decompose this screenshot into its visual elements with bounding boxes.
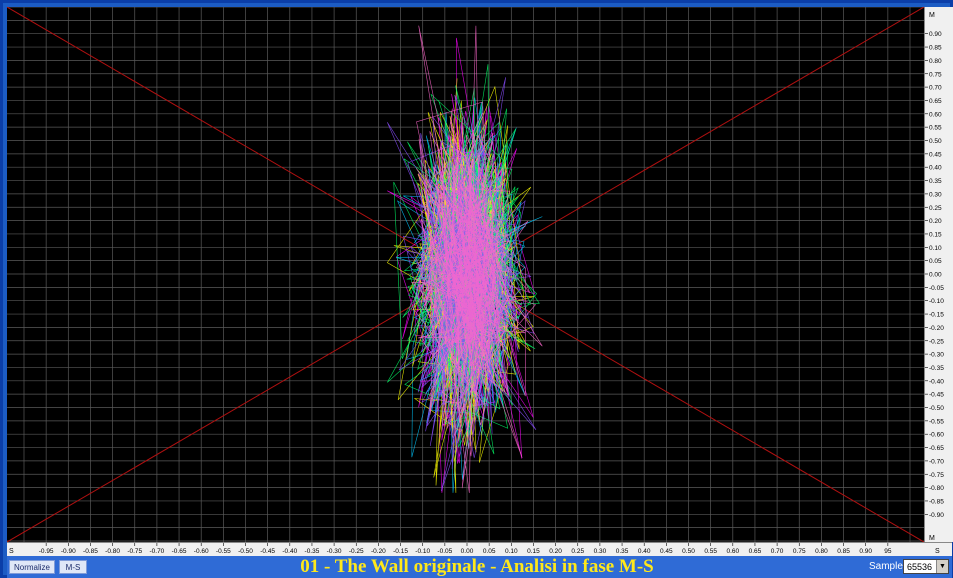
y-tick-label: 0.35 (929, 178, 942, 185)
x-tick-label: 0.25 (571, 548, 584, 555)
x-tick-label: 0.55 (704, 548, 717, 555)
goniometer-window: M M 0.90 0.85 0.80 0.75 0.70 0.65 0.60 0.55 0.50 0.… (0, 0, 953, 578)
x-tick-label: 95 (884, 548, 892, 555)
y-tick-label: 0.75 (929, 71, 942, 78)
x-tick-label: 0.35 (616, 548, 629, 555)
normalize-button[interactable]: Normalize (9, 560, 55, 574)
x-tick-label: -0.15 (393, 548, 408, 555)
y-tick-label: 0.55 (929, 125, 942, 132)
y-tick-label: -0.20 (929, 325, 944, 332)
y-tick-label: 0.65 (929, 98, 942, 105)
x-tick-label: -0.90 (61, 548, 76, 555)
y-tick-label: 0.10 (929, 245, 942, 252)
y-tick-label: 0.40 (929, 165, 942, 172)
x-tick-label: -0.75 (127, 548, 142, 555)
x-tick-label: -0.65 (172, 548, 187, 555)
y-tick-label: 0.25 (929, 205, 942, 212)
y-tick-label: -0.45 (929, 392, 944, 399)
y-tick-label: 0.70 (929, 85, 942, 92)
y-tick-label: -0.65 (929, 445, 944, 452)
x-tick-label: 0.00 (461, 548, 474, 555)
x-tick-label: 0.45 (660, 548, 673, 555)
x-tick-label: 0.50 (682, 548, 695, 555)
samples-value: 65536 (907, 562, 933, 572)
x-tick-label: 0.05 (483, 548, 496, 555)
x-tick-label: 0.75 (793, 548, 806, 555)
status-toolbar: Normalize M-S 01 - The Wall originale - … (7, 556, 952, 578)
y-tick-label: 0.15 (929, 231, 942, 238)
y-tick-label: -0.50 (929, 405, 944, 412)
x-tick-label: -0.45 (260, 548, 275, 555)
x-tick-label: 0.85 (837, 548, 850, 555)
x-tick-label: 0.80 (815, 548, 828, 555)
x-tick-label: 0.90 (859, 548, 872, 555)
y-tick-label: -0.40 (929, 378, 944, 385)
y-tick-label: 0.60 (929, 111, 942, 118)
x-tick-label: 0.20 (549, 548, 562, 555)
y-axis-ruler: M M 0.90 0.85 0.80 0.75 0.70 0.65 0.60 0.55 0.50 0.… (924, 7, 953, 542)
x-axis-ruler: S S -0.95 -0.90 -0.85 -0.80 -0.75 -0.70 -0.65 -0.… (7, 542, 952, 557)
y-tick-label: 0.00 (929, 272, 942, 279)
x-tick-label: -0.10 (415, 548, 430, 555)
x-axis-left-label: S (9, 548, 14, 555)
x-tick-label: -0.85 (83, 548, 98, 555)
chevron-down-icon[interactable]: ▼ (936, 560, 948, 573)
y-tick-label: 0.20 (929, 218, 942, 225)
y-tick-label: -0.85 (929, 498, 944, 505)
y-tick-label: -0.90 (929, 512, 944, 519)
x-tick-label: -0.50 (238, 548, 253, 555)
plot-canvas (7, 7, 924, 542)
y-axis-top-label: M (929, 12, 935, 19)
x-tick-label: -0.60 (194, 548, 209, 555)
y-tick-label: -0.30 (929, 352, 944, 359)
x-tick-label: -0.95 (39, 548, 54, 555)
y-tick-label: 0.90 (929, 31, 942, 38)
x-tick-label: 0.30 (594, 548, 607, 555)
ms-button[interactable]: M-S (59, 560, 87, 574)
ms-trace (386, 25, 543, 493)
y-tick-label: -0.80 (929, 485, 944, 492)
y-tick-label: -0.15 (929, 312, 944, 319)
x-tick-label: -0.70 (149, 548, 164, 555)
x-tick-label: 0.60 (726, 548, 739, 555)
y-tick-label: -0.75 (929, 472, 944, 479)
x-tick-label: 0.70 (771, 548, 784, 555)
x-tick-label: 0.10 (505, 548, 518, 555)
x-tick-label: -0.20 (371, 548, 386, 555)
y-tick-label: 0.80 (929, 58, 942, 65)
y-tick-label: 0.30 (929, 191, 942, 198)
y-tick-label: -0.60 (929, 432, 944, 439)
y-tick-label: 0.05 (929, 258, 942, 265)
samples-dropdown[interactable]: 65536 ▼ (903, 559, 949, 574)
x-tick-label: -0.05 (437, 548, 452, 555)
x-tick-label: -0.30 (327, 548, 342, 555)
y-tick-label: 0.45 (929, 151, 942, 158)
x-tick-label: 0.40 (638, 548, 651, 555)
y-tick-label: -0.70 (929, 458, 944, 465)
y-tick-label: -0.25 (929, 338, 944, 345)
y-axis-bottom-label: M (929, 535, 935, 542)
x-tick-label: -0.55 (216, 548, 231, 555)
phase-scope-plot (7, 7, 924, 542)
y-tick-label: -0.55 (929, 418, 944, 425)
x-tick-label: -0.35 (305, 548, 320, 555)
x-tick-label: 0.65 (749, 548, 762, 555)
x-tick-label: -0.25 (349, 548, 364, 555)
x-tick-label: -0.80 (105, 548, 120, 555)
y-tick-label: 0.50 (929, 138, 942, 145)
y-tick-label: -0.35 (929, 365, 944, 372)
x-axis-right-label: S (935, 548, 940, 555)
analysis-title: 01 - The Wall originale - Analisi in fas… (300, 556, 654, 577)
x-tick-label: 0.15 (527, 548, 540, 555)
y-tick-label: -0.10 (929, 298, 944, 305)
y-tick-label: -0.05 (929, 285, 944, 292)
y-tick-label: 0.85 (929, 45, 942, 52)
x-tick-label: -0.40 (282, 548, 297, 555)
